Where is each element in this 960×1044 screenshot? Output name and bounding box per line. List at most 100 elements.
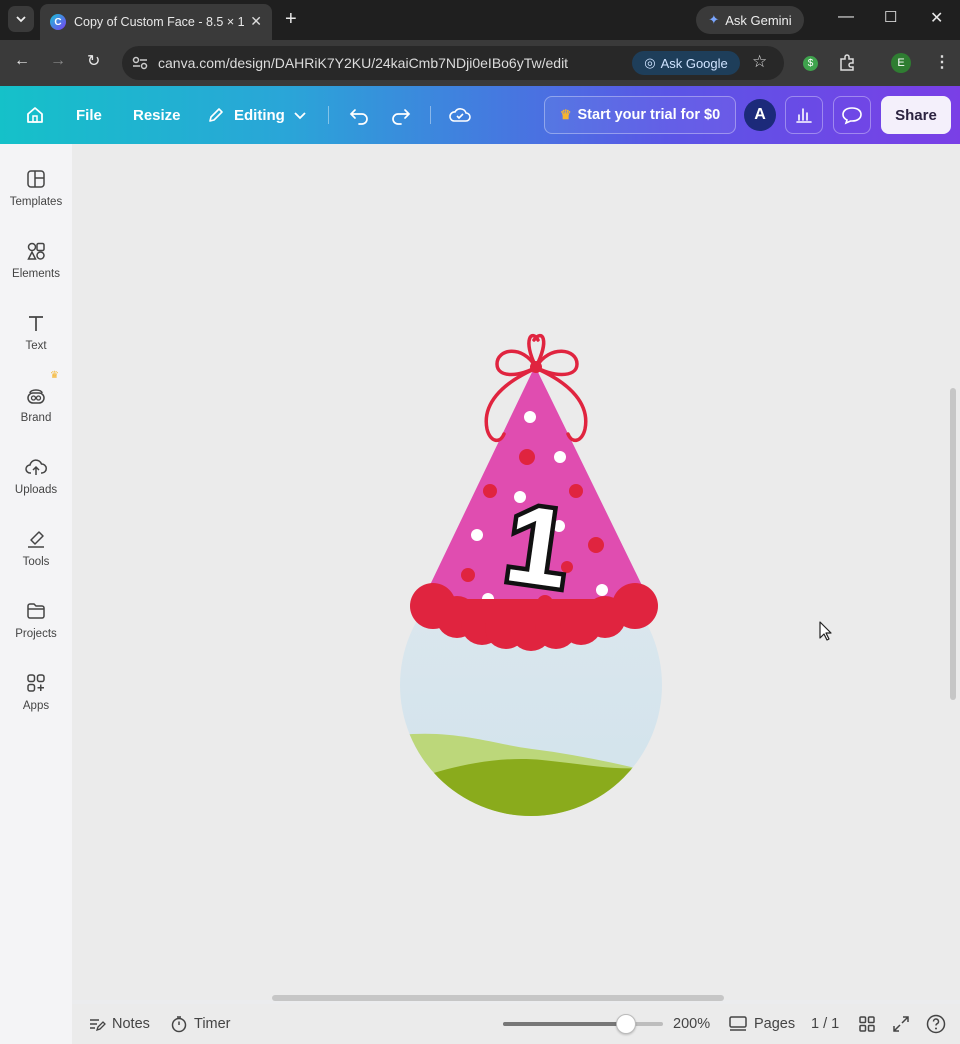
start-trial-button[interactable]: ♛ Start your trial for $0 [544,96,736,134]
file-menu[interactable]: File [76,86,102,144]
notes-icon [90,1019,106,1032]
sidebar-item-projects[interactable]: Projects [0,600,72,664]
browser-menu-icon[interactable]: ⋮ [934,52,950,72]
undo-icon [349,109,368,125]
text-icon [29,316,43,331]
uploads-icon [25,459,47,475]
sidebar-item-label: Tools [22,556,50,568]
tools-icon [28,531,44,548]
forward-icon[interactable]: → [50,52,66,70]
url-text: canva.com/design/DAHRiK7Y2KU/24kaiCmb7ND… [158,55,569,71]
apps-icon [27,674,45,692]
timer-label: Timer [194,1016,231,1032]
trial-label: Start your trial for $0 [577,107,721,123]
brand-icon [27,389,45,404]
tab-search-button[interactable] [8,6,34,32]
maximize-window-button[interactable]: ☐ [884,8,897,26]
sidebar-item-label: Brand [20,412,52,424]
zoom-slider[interactable] [503,1014,663,1034]
left-sidebar: Templates Elements Text ♛ Brand Uploads … [0,144,72,1044]
crown-icon: ♛ [559,107,572,122]
redo-button[interactable] [390,86,412,144]
bow-knot [530,361,542,373]
editing-mode-dropdown[interactable]: Editing [206,86,307,144]
sidebar-item-elements[interactable]: Elements [0,240,72,304]
elements-icon [27,242,45,260]
help-icon [926,1014,946,1034]
close-window-button[interactable]: ✕ [930,8,943,28]
resize-button[interactable]: Resize [133,86,181,144]
lens-icon: ◎ [644,55,656,70]
pages-label: Pages [754,1016,796,1032]
profile-avatar[interactable]: E [891,53,911,73]
pages-button[interactable]: Pages [728,1004,795,1044]
crown-icon: ♛ [50,370,59,381]
close-tab-icon[interactable]: ✕ [250,13,262,30]
editing-label: Editing [234,106,285,124]
comment-icon [842,107,862,125]
sidebar-item-label: Apps [22,700,50,712]
sidebar-item-label: Text [25,340,47,352]
ask-google-button[interactable]: ◎ Ask Google [632,51,740,75]
insights-button[interactable] [785,96,823,134]
chevron-down-icon [16,16,26,23]
sidebar-item-label: Projects [15,628,57,640]
design-canvas[interactable]: 1 [72,144,960,1000]
expand-icon [893,1016,909,1032]
browser-tab-active[interactable]: C Copy of Custom Face - 8.5 × 11 ✕ [40,4,272,40]
canva-favicon-icon: C [50,14,66,30]
extensions-puzzle-icon[interactable] [838,54,856,72]
sidebar-item-tools[interactable]: Tools [0,528,72,592]
pages-icon [729,1016,747,1031]
help-button[interactable] [926,1004,946,1044]
zoom-level[interactable]: 200% [673,1004,710,1044]
user-avatar[interactable]: A [744,99,776,131]
fullscreen-button[interactable] [892,1004,910,1044]
back-icon[interactable]: ← [14,52,30,70]
ask-gemini-button[interactable]: ✦ Ask Gemini [696,6,804,34]
home-button[interactable] [24,86,46,144]
share-button[interactable]: Share [881,96,951,134]
vertical-scrollbar[interactable] [950,388,956,700]
sidebar-item-text[interactable]: Text [0,312,72,376]
toolbar-divider [328,106,329,124]
zoom-slider-handle[interactable] [616,1014,637,1034]
templates-icon [27,170,45,188]
sidebar-item-templates[interactable]: Templates [0,168,72,232]
save-status-button[interactable] [448,86,472,144]
cloud-check-icon [449,108,471,122]
address-bar[interactable]: canva.com/design/DAHRiK7Y2KU/24kaiCmb7ND… [122,46,784,80]
sidebar-item-label: Elements [12,268,60,280]
pencil-icon [209,108,223,122]
sidebar-item-apps[interactable]: Apps [0,672,72,736]
reload-icon[interactable]: ↻ [87,51,100,71]
undo-button[interactable] [348,86,370,144]
page-counter: 1 / 1 [811,1016,840,1032]
site-settings-icon[interactable] [132,56,148,70]
grid-view-button[interactable] [858,1004,876,1044]
gemini-sparkle-icon: ✦ [708,12,720,27]
ask-gemini-label: Ask Gemini [725,12,792,28]
sidebar-item-brand[interactable]: ♛ Brand [0,370,72,448]
home-icon [27,107,43,123]
horizontal-scrollbar[interactable] [272,995,724,1001]
sidebar-item-uploads[interactable]: Uploads [0,456,72,520]
timer-button[interactable]: Timer [170,1004,231,1044]
projects-icon [27,603,45,619]
bookmark-star-icon[interactable]: ☆ [752,52,767,72]
browser-address-row: ← → ↻ canva.com/design/DAHRiK7Y2KU/24kai… [0,40,960,86]
redo-icon [392,109,411,125]
minimize-window-button[interactable]: — [838,8,854,26]
notes-button[interactable]: Notes [88,1004,150,1044]
toolbar-divider [430,106,431,124]
party-hat-design[interactable]: 1 [372,332,672,832]
bar-chart-icon [796,108,812,123]
new-tab-button[interactable]: + [285,8,297,31]
extension-dollar-icon[interactable]: $ [803,56,818,71]
notes-label: Notes [112,1016,150,1032]
sidebar-item-label: Templates [9,196,63,208]
comments-button[interactable] [833,96,871,134]
timer-icon [171,1016,187,1033]
canva-toolbar: File Resize Editing ♛ Start your trial f… [0,86,960,144]
browser-titlebar: C Copy of Custom Face - 8.5 × 11 ✕ + ✦ A… [0,0,960,40]
